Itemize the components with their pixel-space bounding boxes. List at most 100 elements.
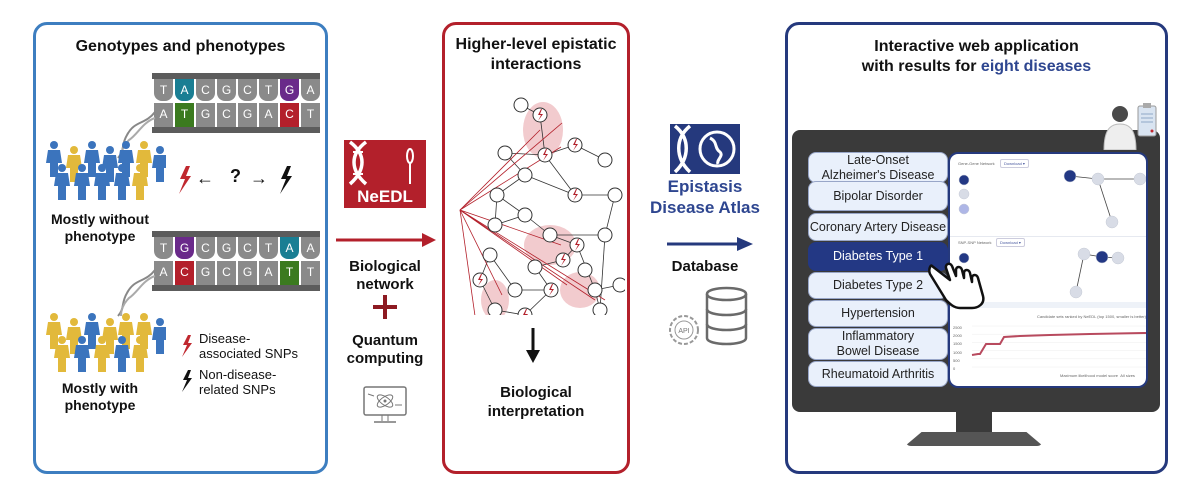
- nucleotide-base: T: [154, 79, 173, 101]
- legend-non-disease-label: Non-disease- related SNPs: [199, 367, 276, 397]
- nucleotide-base: C: [238, 79, 257, 101]
- quantum-computing-line2: computing: [346, 350, 424, 367]
- disease-menu-item[interactable]: Bipolar Disorder: [808, 181, 948, 211]
- population-mostly-without-phenotype-icon: [46, 141, 166, 200]
- nucleotide-base: T: [280, 261, 299, 285]
- person-icon: [84, 141, 100, 177]
- nucleotide-base: T: [175, 103, 194, 127]
- snp-network-download-button[interactable]: Download ▾: [996, 238, 1025, 247]
- database-api-icon: API: [669, 286, 748, 346]
- person-icon: [152, 318, 166, 354]
- database-label: Database: [671, 258, 739, 275]
- question-mark: ?: [230, 166, 241, 186]
- dna-backbone: [152, 285, 320, 291]
- nucleotide-base: T: [301, 103, 320, 127]
- epistasis-disease-atlas-logo-icon: [670, 124, 740, 174]
- person-icon: [84, 313, 100, 349]
- quantum-computing-line1: Quantum: [352, 332, 418, 349]
- disease-menu-item-line: Bowel Disease: [836, 344, 920, 358]
- legend-non-disease-line1: Non-disease-: [199, 367, 277, 382]
- gene-node: [1091, 172, 1105, 186]
- down-arrow-icon: [526, 328, 540, 363]
- disease-menu-item-line: Late-Onset: [847, 152, 909, 167]
- person-icon: [152, 146, 166, 182]
- webapp-title-line1: Interactive web application: [874, 38, 1079, 55]
- snp-network-title: SNP-SNP Network: [958, 240, 992, 245]
- epistatic-title: Higher-level epistatic interactions: [445, 35, 627, 75]
- network-node: [592, 302, 608, 315]
- disease-snp-bolt-icon: [179, 166, 191, 194]
- disease-menu-item[interactable]: Inflammatory Bowel Disease: [808, 328, 948, 360]
- nucleotide-base: C: [238, 237, 257, 259]
- legend-disease-line2: associated SNPs: [199, 346, 298, 361]
- legend-disease-bolt-icon: [182, 335, 192, 357]
- nucleotide-base: C: [196, 79, 215, 101]
- disease-menu-item[interactable]: Late-Onset Alzheimer's Disease: [808, 152, 948, 183]
- score-line: [971, 332, 1146, 356]
- network-node: [517, 167, 533, 183]
- webapp-title-prefix: with results for: [861, 58, 981, 75]
- nucleotide-base: C: [196, 237, 215, 259]
- y-tick-label: 1000: [953, 349, 962, 355]
- y-tick-label: 500: [953, 357, 960, 363]
- legend-disease-label: Disease- associated SNPs: [199, 331, 298, 361]
- network-node: [612, 277, 625, 293]
- person-icon: [46, 313, 62, 349]
- gene-node: [1105, 215, 1119, 229]
- network-node: [577, 262, 593, 278]
- nucleotide-base: G: [280, 79, 299, 101]
- chart-legend-item: Maximum likelihood model score: [1060, 373, 1119, 378]
- network-node: [597, 227, 613, 243]
- dna-backbone: [152, 127, 320, 133]
- biological-interpretation-line1: Biological: [500, 384, 572, 401]
- dna-sequence-top: TAATCGGCCGTAGCAT: [152, 73, 320, 133]
- genotypes-title: Genotypes and phenotypes: [75, 38, 286, 55]
- section-divider: [950, 236, 1146, 237]
- epistatic-title-line1: Higher-level epistatic: [455, 36, 617, 53]
- group-without-line2: phenotype: [64, 228, 136, 244]
- left-arrow-icon: ←: [196, 168, 214, 188]
- disease-menu-item[interactable]: Hypertension: [808, 300, 948, 327]
- epistatic-link: [459, 122, 563, 211]
- disease-menu-item[interactable]: Diabetes Type 2: [808, 272, 948, 299]
- nucleotide-base: T: [259, 79, 278, 101]
- gene-node: [1133, 172, 1146, 186]
- selected-snp-node: [1095, 250, 1109, 264]
- nucleotide-base: G: [238, 261, 257, 285]
- doctor-with-clipboard-icon: [1103, 103, 1157, 150]
- nucleotide-base: G: [196, 261, 215, 285]
- disease-menu-item[interactable]: Diabetes Type 1: [808, 242, 948, 271]
- nucleotide-base: G: [217, 237, 236, 259]
- network-node: [587, 282, 603, 298]
- y-tick-label: 2000: [953, 333, 962, 339]
- y-tick-label: 2500: [953, 325, 962, 330]
- nucleotide-base: A: [175, 79, 194, 101]
- needl-logo-text: NeEDL: [344, 186, 426, 208]
- person-icon: [46, 141, 62, 177]
- network-node: [487, 217, 503, 233]
- nucleotide-base: G: [175, 237, 194, 259]
- disease-menu-item[interactable]: Rheumatoid Arthritis: [808, 361, 948, 387]
- monitor-stand: [905, 432, 1043, 446]
- api-label: API: [678, 328, 689, 335]
- network-node: [597, 152, 613, 168]
- plus-icon: [373, 295, 397, 319]
- disease-menu-item[interactable]: Coronary Artery Disease: [808, 213, 948, 241]
- graph-edge: [1097, 178, 1113, 223]
- nucleotide-base: A: [280, 237, 299, 259]
- disease-menu-item-line: Inflammatory: [841, 329, 915, 343]
- right-arrow-icon: →: [250, 168, 268, 188]
- group-without-line1: Mostly without: [51, 211, 149, 227]
- dna-helix-icon: [117, 269, 156, 317]
- network-node: [507, 282, 523, 298]
- dna-sequence-bottom: TAGCCGGCCGTAATAT: [152, 231, 320, 291]
- legend-disease-line1: Disease-: [199, 331, 251, 346]
- biological-network-line1: Biological: [349, 258, 421, 275]
- network-node: [497, 145, 513, 161]
- needl-logo-icon: [344, 140, 426, 186]
- monitor-neck: [956, 412, 992, 434]
- nucleotide-base: T: [259, 237, 278, 259]
- webapp-title-line2: with results for eight diseases: [788, 57, 1165, 77]
- legend-gene-node: [958, 188, 970, 200]
- network-node: [489, 187, 505, 203]
